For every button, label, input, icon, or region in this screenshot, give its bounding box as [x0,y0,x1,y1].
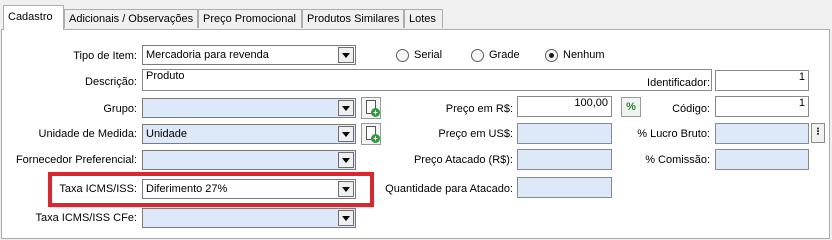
tab-preco-promocional[interactable]: Preço Promocional [198,9,302,28]
descricao-value: Produto [146,70,185,82]
lucro-bruto-field[interactable] [715,123,809,144]
grupo-label: Grupo: [103,103,137,115]
ellipsis-icon: ⁝ [816,126,820,138]
radio-grade-label: Grade [489,49,520,61]
new-unit-button[interactable]: + [361,123,381,145]
taxa-icms-cfe-label: Taxa ICMS/ISS CFe: [35,212,137,224]
codigo-value: 1 [798,97,805,109]
preco-atacado-field[interactable] [517,149,612,170]
quantidade-atacado-label: Quantidade para Atacado: [385,183,513,195]
taxa-icms-cfe-select[interactable] [142,208,356,228]
tab-produtos-similares[interactable]: Produtos Similares [302,9,404,28]
cadastro-panel: Tipo de Item: Mercadoria para revenda Se… [1,29,830,239]
tipo-item-select[interactable]: Mercadoria para revenda [142,45,356,65]
unidade-label: Unidade de Medida: [38,128,137,140]
radio-serial-label: Serial [414,49,443,61]
radio-nenhum-label: Nenhum [563,49,605,61]
percent-icon: % [626,101,636,113]
tipo-item-value: Mercadoria para revenda [146,49,269,61]
taxa-icms-label: Taxa ICMS/ISS: [59,183,137,195]
chevron-down-icon[interactable] [338,152,354,168]
identificador-value: 1 [798,71,805,83]
chevron-down-icon[interactable] [338,126,354,142]
lucro-bruto-label: % Lucro Bruto: [637,128,710,140]
percent-button[interactable]: % [621,97,641,117]
identificador-label: Identificador: [647,77,710,89]
taxa-icms-value: Diferimento 27% [146,183,228,195]
more-button[interactable]: ⁝ [811,123,825,143]
descricao-label: Descrição: [85,76,137,88]
identificador-field[interactable]: 1 [715,70,809,91]
plus-icon: + [371,134,380,143]
new-group-button[interactable]: + [361,97,381,119]
radio-circle-icon[interactable] [396,49,409,62]
fornecedor-select[interactable] [142,150,356,170]
radio-circle-icon[interactable] [471,49,484,62]
taxa-icms-select[interactable]: Diferimento 27% [142,179,356,199]
preco-us-field[interactable] [517,123,612,144]
fornecedor-label: Fornecedor Preferencial: [15,154,137,166]
chevron-down-icon[interactable] [338,100,354,116]
comissao-label: % Comissão: [645,154,710,166]
quantidade-atacado-field[interactable] [517,177,612,198]
unidade-value: Unidade [146,128,187,140]
preco-rs-field[interactable]: 100,00 [517,96,612,117]
comissao-field[interactable] [715,149,809,170]
preco-rs-label: Preço em R$: [445,103,513,115]
tab-cadastro[interactable]: Cadastro [3,5,64,30]
chevron-down-icon[interactable] [338,181,354,197]
plus-icon: + [371,108,380,117]
radio-checked-icon[interactable] [545,49,558,62]
preco-us-label: Preço em US$: [438,128,513,140]
preco-rs-value: 100,00 [574,97,608,109]
chevron-down-icon[interactable] [338,47,354,63]
grupo-select[interactable] [142,98,356,118]
codigo-label: Código: [672,103,710,115]
tab-lotes[interactable]: Lotes [404,9,443,28]
preco-atacado-label: Preço Atacado (R$): [413,154,513,166]
tab-adicionais-observacoes[interactable]: Adicionais / Observações [64,9,198,28]
tab-bar: Cadastro Adicionais / Observações Preço … [0,0,832,30]
tipo-item-label: Tipo de Item: [73,50,137,62]
codigo-field[interactable]: 1 [715,96,809,117]
unidade-select[interactable]: Unidade [142,124,356,144]
chevron-down-icon[interactable] [338,210,354,226]
